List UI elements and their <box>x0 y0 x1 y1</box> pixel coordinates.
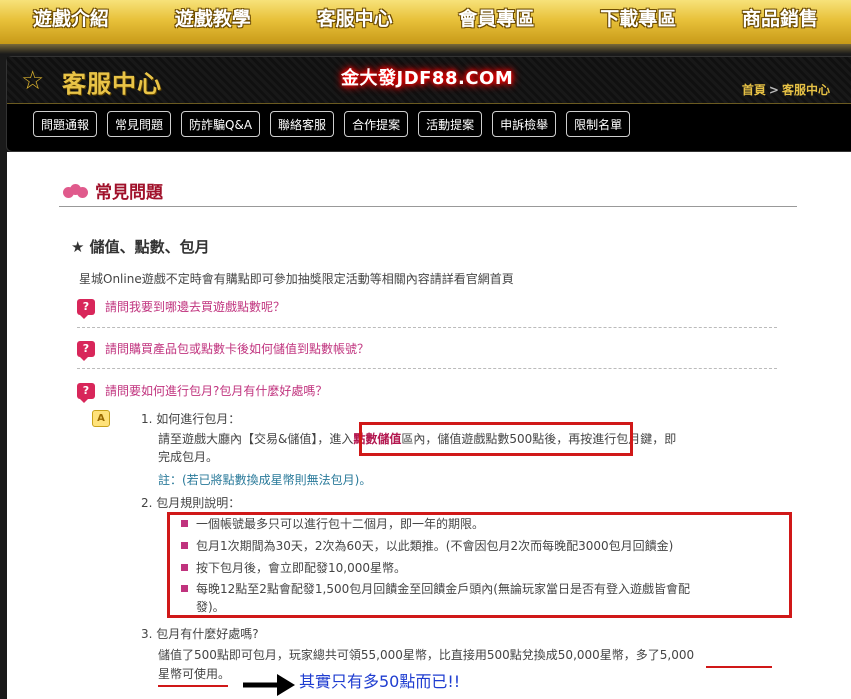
question-icon: ? <box>77 340 95 361</box>
answer-s3-title: 3. 包月有什麼好處嗎? <box>141 627 259 641</box>
nav-game-tutorial[interactable]: 遊戲教學 <box>142 0 284 44</box>
text: 進入 <box>329 432 354 446</box>
question-icon: ? <box>77 298 95 319</box>
text: 儲值了500點即可包月，玩家總共可領55,000星幣，比直接用500點兌換成50… <box>158 648 636 662</box>
panel-title-bar: ☆ 客服中心 金大發JDF88.COM 首頁 > 客服中心 <box>7 57 851 104</box>
question-divider <box>77 327 777 328</box>
annotation-text: 其實只有多50點而已!! <box>299 672 461 691</box>
breadcrumb: 首頁 > 客服中心 <box>742 81 830 98</box>
annotation-underline-2 <box>158 685 228 687</box>
question-text[interactable]: 請問購買產品包或點數卡後如何儲值到點數帳號？ <box>105 340 369 357</box>
nav-customer-service[interactable]: 客服中心 <box>284 0 426 44</box>
nav-member-area[interactable]: 會員專區 <box>425 0 567 44</box>
subnav-faq[interactable]: 常見問題 <box>107 111 172 137</box>
subnav-cooperation[interactable]: 合作提案 <box>344 111 409 137</box>
annotation-box-2 <box>167 512 792 618</box>
answer-s2-title: 2. 包月規則說明： <box>141 496 241 510</box>
answer-s1-note: 註：(若已將點數換成星幣則無法包月)。 <box>158 471 371 489</box>
nav-divider <box>0 44 851 54</box>
question-2[interactable]: ? 請問購買產品包或點數卡後如何儲值到點數帳號？ <box>77 340 369 361</box>
subnav-anti-fraud[interactable]: 防詐騙Q&A <box>181 111 261 137</box>
answer-s1-line2: 完成包月。 <box>158 450 219 464</box>
annotation-box-1 <box>359 422 633 456</box>
annotation-underline-1 <box>706 666 772 668</box>
question-text[interactable]: 請問我要到哪邊去買遊戲點數呢？ <box>105 298 285 315</box>
nav-downloads[interactable]: 下載專區 <box>567 0 709 44</box>
content-area: 常見問題 ★ 儲值、點數、包月 星城Online遊戲不定時會有購點即可參加抽獎限… <box>7 152 851 699</box>
faq-heading: 常見問題 <box>63 178 163 203</box>
text: 。 <box>218 667 231 681</box>
section-title: 客服中心 <box>62 70 162 98</box>
arrow-right-icon <box>243 674 295 696</box>
subnav-restricted-list[interactable]: 限制名單 <box>566 111 631 137</box>
nav-game-intro[interactable]: 遊戲介紹 <box>0 0 142 44</box>
question-text[interactable]: 請問要如何進行包月?包月有什麼好處嗎？ <box>105 382 327 399</box>
subnav-problem-report[interactable]: 問題通報 <box>33 111 98 137</box>
answer-s3-line2: 星幣可使用。 <box>158 665 230 683</box>
text-underlined: 多了5,000 <box>635 648 695 662</box>
flower-icon <box>63 183 89 198</box>
subnav-contact[interactable]: 聯絡客服 <box>270 111 335 137</box>
category-heading: ★ 儲值、點數、包月 <box>71 238 210 256</box>
answer-s1-title: 1. 如何進行包月： <box>141 412 241 426</box>
question-divider <box>77 368 777 369</box>
subnav-complaint[interactable]: 申訴檢舉 <box>492 111 557 137</box>
breadcrumb-home[interactable]: 首頁 <box>742 83 766 97</box>
top-nav: 遊戲介紹 遊戲教學 客服中心 會員專區 下載專區 商品銷售 <box>0 0 851 44</box>
question-icon: ? <box>77 382 95 403</box>
header-panel: ☆ 客服中心 金大發JDF88.COM 首頁 > 客服中心 問題通報 常見問題 防詐… <box>6 56 851 152</box>
divider <box>59 206 797 207</box>
watermark: 金大發JDF88.COM <box>341 68 514 89</box>
answer-s3-line1: 儲值了500點即可包月，玩家總共可領55,000星幣，比直接用500點兌換成50… <box>158 646 694 664</box>
text-underlined: 星幣可使用 <box>158 667 219 681</box>
text: 請至遊戲大廳內【交易&儲值】， <box>158 432 330 446</box>
answer-icon: A <box>92 410 110 427</box>
category-title: 儲值、點數、包月 <box>89 238 210 256</box>
breadcrumb-current[interactable]: 客服中心 <box>782 83 830 97</box>
intro-text: 星城Online遊戲不定時會有購點即可參加抽獎限定活動等相關內容請詳看官網首頁 <box>79 272 514 286</box>
question-3[interactable]: ? 請問要如何進行包月?包月有什麼好處嗎？ <box>77 382 327 403</box>
question-1[interactable]: ? 請問我要到哪邊去買遊戲點數呢？ <box>77 298 285 319</box>
sub-nav: 問題通報 常見問題 防詐騙Q&A 聯絡客服 合作提案 活動提案 申訴檢舉 限制名… <box>33 111 640 137</box>
note-text: 註：(若已將點數換成星幣則無法包月)。 <box>158 473 372 487</box>
nav-shop[interactable]: 商品銷售 <box>709 0 851 44</box>
faq-title: 常見問題 <box>95 183 163 203</box>
breadcrumb-separator: > <box>768 83 779 97</box>
subnav-event-proposal[interactable]: 活動提案 <box>418 111 483 137</box>
star-icon: ☆ <box>21 66 45 96</box>
